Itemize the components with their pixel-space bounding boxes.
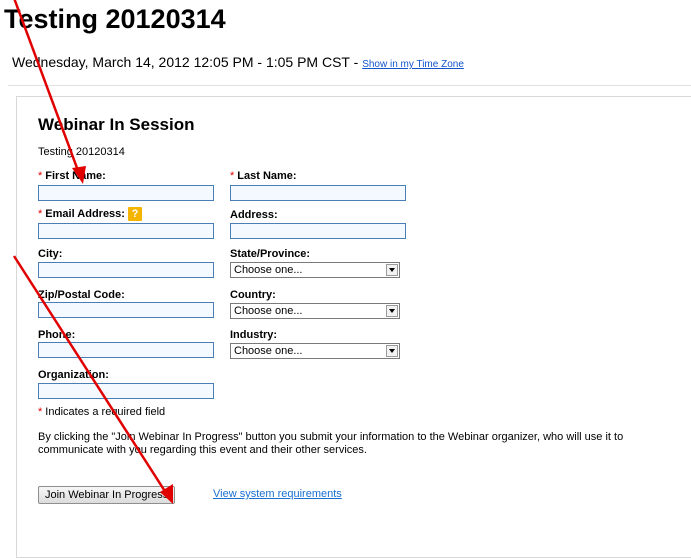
required-note-text: Indicates a required field: [45, 406, 166, 418]
first-name-label-text: First Name:: [45, 170, 106, 182]
datetime-separator: -: [349, 54, 363, 70]
zip-label: Zip/Postal Code:: [38, 289, 125, 301]
last-name-input[interactable]: [230, 185, 406, 201]
state-selected-value: Choose one...: [234, 264, 303, 276]
email-label-text: Email Address:: [45, 207, 125, 220]
required-marker: *: [38, 207, 43, 220]
system-requirements-link[interactable]: View system requirements: [213, 488, 342, 500]
email-input[interactable]: [38, 223, 214, 239]
event-datetime: Wednesday, March 14, 2012 12:05 PM - 1:0…: [12, 54, 464, 70]
industry-label: Industry:: [230, 329, 278, 341]
page-title: Testing 20120314: [4, 4, 226, 34]
last-name-label-text: Last Name:: [237, 170, 297, 182]
first-name-label: * First Name:: [38, 170, 106, 182]
address-input[interactable]: [230, 223, 406, 239]
required-field-note: * Indicates a required field: [38, 406, 165, 418]
phone-input[interactable]: [38, 342, 214, 358]
state-label: State/Province:: [230, 248, 311, 260]
chevron-down-icon[interactable]: [386, 264, 398, 276]
show-in-my-timezone-link[interactable]: Show in my Time Zone: [362, 59, 464, 70]
country-select[interactable]: Choose one...: [230, 303, 400, 319]
webinar-name: Testing 20120314: [38, 146, 125, 158]
required-marker: *: [230, 170, 235, 182]
last-name-label: * Last Name:: [230, 170, 297, 182]
organization-input[interactable]: [38, 383, 214, 399]
city-input[interactable]: [38, 262, 214, 278]
address-label: Address:: [230, 209, 278, 221]
zip-input[interactable]: [38, 302, 214, 318]
chevron-down-icon[interactable]: [386, 345, 398, 357]
country-label: Country:: [230, 289, 276, 301]
industry-select[interactable]: Choose one...: [230, 343, 400, 359]
session-heading: Webinar In Session: [38, 115, 195, 134]
organization-label: Organization:: [38, 369, 109, 381]
city-label: City:: [38, 248, 63, 260]
first-name-input[interactable]: [38, 185, 214, 201]
join-webinar-button[interactable]: Join Webinar In Progress: [38, 486, 176, 504]
required-marker: *: [38, 170, 43, 182]
privacy-disclaimer: By clicking the "Join Webinar In Progres…: [38, 431, 624, 456]
help-icon[interactable]: ?: [127, 207, 142, 221]
phone-label: Phone:: [38, 329, 76, 341]
header-divider: [8, 85, 691, 86]
industry-selected-value: Choose one...: [234, 345, 303, 357]
email-label: * Email Address:?: [38, 207, 142, 221]
required-marker: *: [38, 406, 43, 418]
country-selected-value: Choose one...: [234, 305, 303, 317]
state-select[interactable]: Choose one...: [230, 262, 400, 278]
datetime-text: Wednesday, March 14, 2012 12:05 PM - 1:0…: [12, 54, 350, 70]
chevron-down-icon[interactable]: [386, 305, 398, 317]
